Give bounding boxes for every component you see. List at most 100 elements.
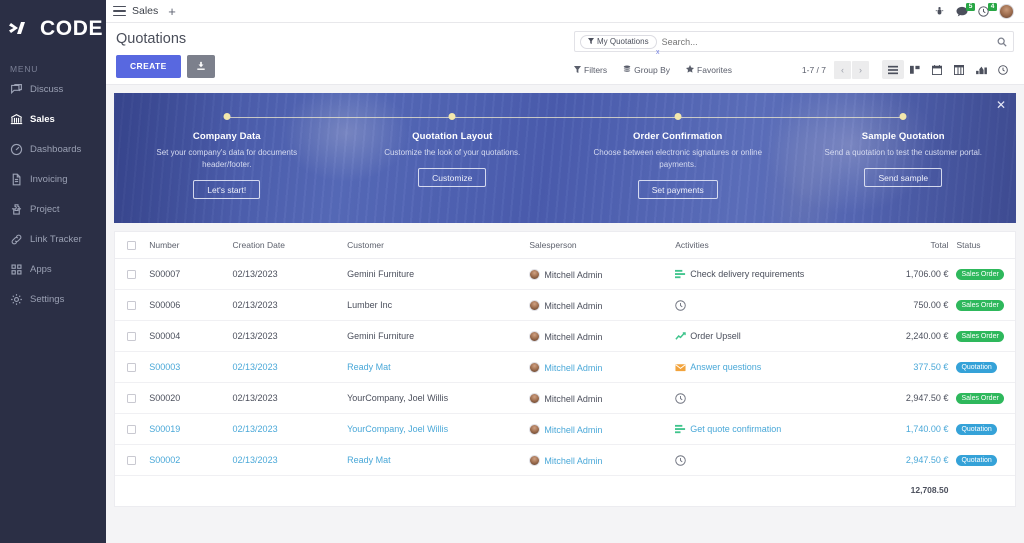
salesperson-name: Mitchell Admin [544, 424, 603, 435]
step-connector [226, 117, 340, 118]
remove-facet-icon[interactable]: x [656, 49, 660, 56]
group-icon [623, 64, 631, 75]
table-row[interactable]: S00002 02/13/2023 Ready Mat Mitchell Adm… [115, 444, 1015, 476]
list-view-icon[interactable] [882, 60, 904, 79]
pager-next-button[interactable]: › [852, 60, 869, 79]
cell-total: 750.00 € [853, 289, 953, 321]
grand-total: 12,708.50 [910, 485, 949, 495]
upload-icon [196, 59, 206, 74]
sidebar-item-project[interactable]: Project [0, 199, 106, 219]
search-facet-my-quotations[interactable]: My Quotations [580, 34, 657, 49]
row-select-cell [115, 289, 146, 321]
lets-start-button[interactable]: Let's start! [193, 180, 261, 199]
cell-customer: Gemini Furniture [343, 320, 526, 352]
sidebar-item-dashboards[interactable]: Dashboards [0, 139, 106, 159]
row-checkbox[interactable] [127, 393, 136, 403]
filter-icon [588, 37, 594, 46]
cell-activity [671, 289, 854, 321]
list-green-icon [675, 424, 686, 435]
column-header-creation-date[interactable]: Creation Date [228, 232, 344, 259]
close-icon[interactable]: ✕ [996, 99, 1006, 111]
avatar [529, 392, 541, 404]
sidebar-item-label: Sales [30, 113, 55, 125]
cell-total: 1,740.00 € [853, 413, 953, 445]
customize-button[interactable]: Customize [418, 168, 487, 187]
send-sample-button[interactable]: Send sample [864, 168, 943, 187]
row-checkbox[interactable] [127, 331, 136, 341]
salesperson-name: Mitchell Admin [544, 300, 603, 311]
sidebar-item-settings[interactable]: Settings [0, 289, 106, 309]
column-header-customer[interactable]: Customer [343, 232, 526, 259]
list-green-icon [675, 269, 686, 280]
column-header-salesperson[interactable]: Salesperson [525, 232, 672, 259]
search-input[interactable] [661, 36, 997, 47]
messages-icon[interactable]: 5 [955, 2, 975, 18]
cell-salesperson: Mitchell Admin [525, 413, 672, 445]
cell-customer: Gemini Furniture [343, 258, 526, 290]
cell-salesperson: Mitchell Admin [525, 289, 672, 321]
row-checkbox[interactable] [127, 269, 136, 279]
calendar-view-icon[interactable] [926, 60, 948, 79]
onboarding-step-sample-quotation: Sample Quotation Send a quotation to tes… [790, 93, 1017, 223]
search-bar[interactable]: My Quotations x [574, 31, 1014, 56]
row-checkbox[interactable] [127, 424, 136, 434]
pager-previous-button[interactable]: ‹ [834, 60, 851, 79]
sidebar-item-apps[interactable]: Apps [0, 259, 106, 279]
sidebar-item-sales[interactable]: Sales [0, 109, 106, 129]
sidebar-item-discuss[interactable]: Discuss [0, 79, 106, 99]
sidebar-item-label: Invoicing [30, 173, 68, 185]
cell-activity: Get quote confirmation [671, 413, 854, 445]
table-row[interactable]: S00007 02/13/2023 Gemini Furniture Mitch… [115, 258, 1015, 290]
favorites-button[interactable]: Favorites [686, 64, 732, 75]
column-header-total[interactable]: Total [853, 232, 953, 259]
total-spacer [145, 476, 228, 507]
row-checkbox[interactable] [127, 300, 136, 310]
avatar[interactable] [999, 3, 1014, 19]
onboarding-banner: ✕ Company Data Set your company's data f… [114, 93, 1016, 223]
cell-salesperson: Mitchell Admin [525, 351, 672, 383]
activity-view-icon[interactable] [992, 60, 1014, 79]
step-connector [790, 117, 904, 118]
table-row[interactable]: S00020 02/13/2023 YourCompany, Joel Will… [115, 382, 1015, 414]
code-chevrons-icon [9, 20, 35, 38]
search-icon[interactable] [997, 37, 1007, 47]
table-row[interactable]: S00019 02/13/2023 YourCompany, Joel Will… [115, 413, 1015, 445]
brand-logo[interactable]: CODE [0, 8, 106, 50]
upload-button[interactable] [186, 55, 215, 78]
brand-name: CODE [40, 17, 104, 40]
cell-number: S00002 [145, 444, 229, 476]
sidebar-item-label: Discuss [30, 83, 64, 95]
filters-button[interactable]: Filters [574, 65, 607, 75]
row-checkbox[interactable] [127, 362, 136, 372]
graph-view-icon[interactable] [970, 60, 992, 79]
avatar [529, 454, 541, 466]
activity-clock-icon[interactable]: 4 [977, 2, 997, 18]
group-by-button[interactable]: Group By [623, 65, 670, 75]
table-row[interactable]: S00004 02/13/2023 Gemini Furniture Mitch… [115, 320, 1015, 352]
chat-icon [10, 83, 23, 96]
row-checkbox[interactable] [127, 455, 136, 465]
select-all-checkbox[interactable] [127, 240, 136, 250]
add-tab-button[interactable]: + [168, 5, 176, 18]
current-app-name[interactable]: Sales [132, 5, 158, 17]
create-button[interactable]: CREATE [116, 55, 181, 78]
activity-label: Check delivery requirements [690, 269, 805, 279]
view-switcher [882, 60, 1014, 79]
sidebar-item-link-tracker[interactable]: Link Tracker [0, 229, 106, 249]
status-badge: Quotation [956, 424, 997, 435]
table-row[interactable]: S00006 02/13/2023 Lumber Inc Mitchell Ad… [115, 289, 1015, 321]
column-header-status[interactable]: Status [952, 232, 1015, 259]
bug-icon[interactable] [933, 5, 946, 18]
step-description: Set your company's data for documents he… [156, 148, 298, 169]
onboarding-step-quotation-layout: Quotation Layout Customize the look of y… [339, 93, 565, 223]
hamburger-icon[interactable] [113, 5, 126, 17]
kanban-view-icon[interactable] [904, 60, 926, 79]
sidebar-item-invoicing[interactable]: Invoicing [0, 169, 106, 189]
column-header-number[interactable]: Number [145, 232, 229, 259]
star-icon [686, 64, 695, 75]
pivot-view-icon[interactable] [948, 60, 970, 79]
cell-creation-date: 02/13/2023 [228, 289, 344, 321]
table-row[interactable]: S00003 02/13/2023 Ready Mat Mitchell Adm… [115, 351, 1015, 383]
column-header-activities[interactable]: Activities [671, 232, 854, 259]
set-payments-button[interactable]: Set payments [637, 180, 718, 199]
